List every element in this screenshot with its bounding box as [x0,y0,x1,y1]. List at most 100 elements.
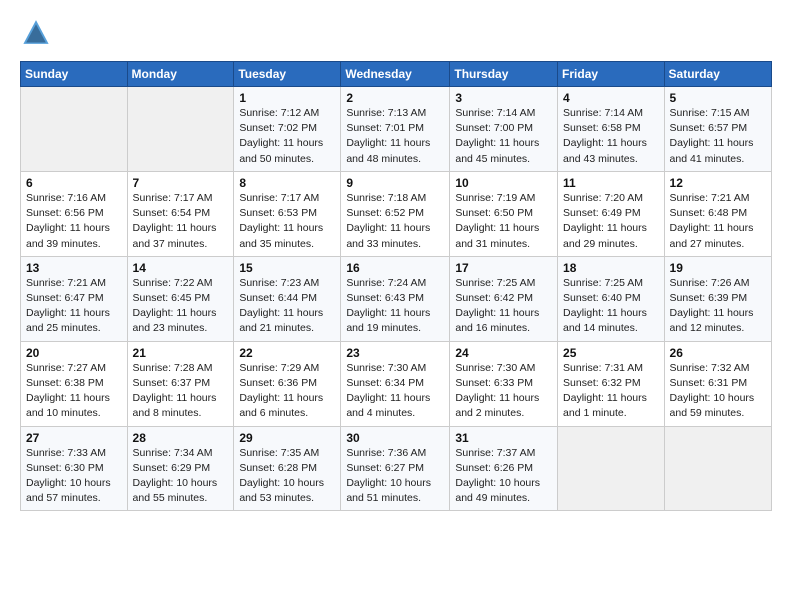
calendar-cell: 31Sunrise: 7:37 AM Sunset: 6:26 PM Dayli… [450,426,558,511]
day-info: Sunrise: 7:18 AM Sunset: 6:52 PM Dayligh… [346,191,444,252]
calendar-cell: 1Sunrise: 7:12 AM Sunset: 7:02 PM Daylig… [234,87,341,172]
weekday-header-monday: Monday [127,62,234,87]
day-number: 11 [563,176,659,190]
day-number: 4 [563,91,659,105]
day-info: Sunrise: 7:35 AM Sunset: 6:28 PM Dayligh… [239,446,335,507]
day-info: Sunrise: 7:15 AM Sunset: 6:57 PM Dayligh… [670,106,766,167]
calendar-week-5: 27Sunrise: 7:33 AM Sunset: 6:30 PM Dayli… [21,426,772,511]
day-info: Sunrise: 7:13 AM Sunset: 7:01 PM Dayligh… [346,106,444,167]
day-number: 22 [239,346,335,360]
calendar-cell: 22Sunrise: 7:29 AM Sunset: 6:36 PM Dayli… [234,341,341,426]
day-number: 16 [346,261,444,275]
calendar-cell: 21Sunrise: 7:28 AM Sunset: 6:37 PM Dayli… [127,341,234,426]
day-info: Sunrise: 7:33 AM Sunset: 6:30 PM Dayligh… [26,446,122,507]
day-info: Sunrise: 7:27 AM Sunset: 6:38 PM Dayligh… [26,361,122,422]
calendar-cell: 16Sunrise: 7:24 AM Sunset: 6:43 PM Dayli… [341,256,450,341]
calendar-cell: 9Sunrise: 7:18 AM Sunset: 6:52 PM Daylig… [341,171,450,256]
calendar-cell: 19Sunrise: 7:26 AM Sunset: 6:39 PM Dayli… [664,256,771,341]
day-info: Sunrise: 7:31 AM Sunset: 6:32 PM Dayligh… [563,361,659,422]
day-number: 6 [26,176,122,190]
calendar-cell: 2Sunrise: 7:13 AM Sunset: 7:01 PM Daylig… [341,87,450,172]
day-number: 21 [133,346,229,360]
calendar-cell: 13Sunrise: 7:21 AM Sunset: 6:47 PM Dayli… [21,256,128,341]
day-info: Sunrise: 7:12 AM Sunset: 7:02 PM Dayligh… [239,106,335,167]
day-number: 20 [26,346,122,360]
weekday-header-thursday: Thursday [450,62,558,87]
header [20,18,772,51]
calendar-cell: 8Sunrise: 7:17 AM Sunset: 6:53 PM Daylig… [234,171,341,256]
day-info: Sunrise: 7:19 AM Sunset: 6:50 PM Dayligh… [455,191,552,252]
calendar-cell: 30Sunrise: 7:36 AM Sunset: 6:27 PM Dayli… [341,426,450,511]
day-info: Sunrise: 7:22 AM Sunset: 6:45 PM Dayligh… [133,276,229,337]
day-number: 13 [26,261,122,275]
day-info: Sunrise: 7:14 AM Sunset: 7:00 PM Dayligh… [455,106,552,167]
day-info: Sunrise: 7:17 AM Sunset: 6:54 PM Dayligh… [133,191,229,252]
day-info: Sunrise: 7:29 AM Sunset: 6:36 PM Dayligh… [239,361,335,422]
calendar-cell: 7Sunrise: 7:17 AM Sunset: 6:54 PM Daylig… [127,171,234,256]
day-info: Sunrise: 7:36 AM Sunset: 6:27 PM Dayligh… [346,446,444,507]
calendar-cell: 10Sunrise: 7:19 AM Sunset: 6:50 PM Dayli… [450,171,558,256]
calendar-cell: 18Sunrise: 7:25 AM Sunset: 6:40 PM Dayli… [558,256,665,341]
calendar-week-1: 1Sunrise: 7:12 AM Sunset: 7:02 PM Daylig… [21,87,772,172]
day-number: 27 [26,431,122,445]
calendar-cell [664,426,771,511]
calendar-cell: 29Sunrise: 7:35 AM Sunset: 6:28 PM Dayli… [234,426,341,511]
day-number: 8 [239,176,335,190]
day-info: Sunrise: 7:24 AM Sunset: 6:43 PM Dayligh… [346,276,444,337]
weekday-header-saturday: Saturday [664,62,771,87]
day-number: 15 [239,261,335,275]
calendar-week-2: 6Sunrise: 7:16 AM Sunset: 6:56 PM Daylig… [21,171,772,256]
calendar-cell: 23Sunrise: 7:30 AM Sunset: 6:34 PM Dayli… [341,341,450,426]
calendar-week-4: 20Sunrise: 7:27 AM Sunset: 6:38 PM Dayli… [21,341,772,426]
calendar-cell [127,87,234,172]
day-number: 26 [670,346,766,360]
day-info: Sunrise: 7:14 AM Sunset: 6:58 PM Dayligh… [563,106,659,167]
calendar-table: SundayMondayTuesdayWednesdayThursdayFrid… [20,61,772,511]
day-info: Sunrise: 7:25 AM Sunset: 6:40 PM Dayligh… [563,276,659,337]
weekday-header-sunday: Sunday [21,62,128,87]
day-number: 18 [563,261,659,275]
day-number: 1 [239,91,335,105]
day-number: 14 [133,261,229,275]
day-info: Sunrise: 7:17 AM Sunset: 6:53 PM Dayligh… [239,191,335,252]
calendar-cell [558,426,665,511]
day-number: 24 [455,346,552,360]
weekday-header-row: SundayMondayTuesdayWednesdayThursdayFrid… [21,62,772,87]
calendar-cell: 20Sunrise: 7:27 AM Sunset: 6:38 PM Dayli… [21,341,128,426]
calendar-cell: 4Sunrise: 7:14 AM Sunset: 6:58 PM Daylig… [558,87,665,172]
day-info: Sunrise: 7:34 AM Sunset: 6:29 PM Dayligh… [133,446,229,507]
calendar-cell: 12Sunrise: 7:21 AM Sunset: 6:48 PM Dayli… [664,171,771,256]
calendar-cell: 11Sunrise: 7:20 AM Sunset: 6:49 PM Dayli… [558,171,665,256]
day-info: Sunrise: 7:20 AM Sunset: 6:49 PM Dayligh… [563,191,659,252]
day-number: 30 [346,431,444,445]
day-info: Sunrise: 7:28 AM Sunset: 6:37 PM Dayligh… [133,361,229,422]
logo-icon [22,18,50,46]
calendar-cell: 15Sunrise: 7:23 AM Sunset: 6:44 PM Dayli… [234,256,341,341]
day-number: 10 [455,176,552,190]
day-number: 19 [670,261,766,275]
day-number: 29 [239,431,335,445]
day-info: Sunrise: 7:23 AM Sunset: 6:44 PM Dayligh… [239,276,335,337]
calendar-cell: 5Sunrise: 7:15 AM Sunset: 6:57 PM Daylig… [664,87,771,172]
day-info: Sunrise: 7:25 AM Sunset: 6:42 PM Dayligh… [455,276,552,337]
day-number: 7 [133,176,229,190]
day-number: 28 [133,431,229,445]
calendar-cell: 6Sunrise: 7:16 AM Sunset: 6:56 PM Daylig… [21,171,128,256]
logo [20,18,54,51]
calendar-cell: 27Sunrise: 7:33 AM Sunset: 6:30 PM Dayli… [21,426,128,511]
calendar-cell: 25Sunrise: 7:31 AM Sunset: 6:32 PM Dayli… [558,341,665,426]
weekday-header-friday: Friday [558,62,665,87]
day-number: 23 [346,346,444,360]
day-number: 12 [670,176,766,190]
calendar-week-3: 13Sunrise: 7:21 AM Sunset: 6:47 PM Dayli… [21,256,772,341]
calendar-cell: 28Sunrise: 7:34 AM Sunset: 6:29 PM Dayli… [127,426,234,511]
weekday-header-tuesday: Tuesday [234,62,341,87]
day-info: Sunrise: 7:26 AM Sunset: 6:39 PM Dayligh… [670,276,766,337]
calendar-cell: 24Sunrise: 7:30 AM Sunset: 6:33 PM Dayli… [450,341,558,426]
day-number: 31 [455,431,552,445]
day-info: Sunrise: 7:16 AM Sunset: 6:56 PM Dayligh… [26,191,122,252]
day-number: 2 [346,91,444,105]
calendar-cell: 3Sunrise: 7:14 AM Sunset: 7:00 PM Daylig… [450,87,558,172]
calendar-cell: 17Sunrise: 7:25 AM Sunset: 6:42 PM Dayli… [450,256,558,341]
day-info: Sunrise: 7:30 AM Sunset: 6:34 PM Dayligh… [346,361,444,422]
